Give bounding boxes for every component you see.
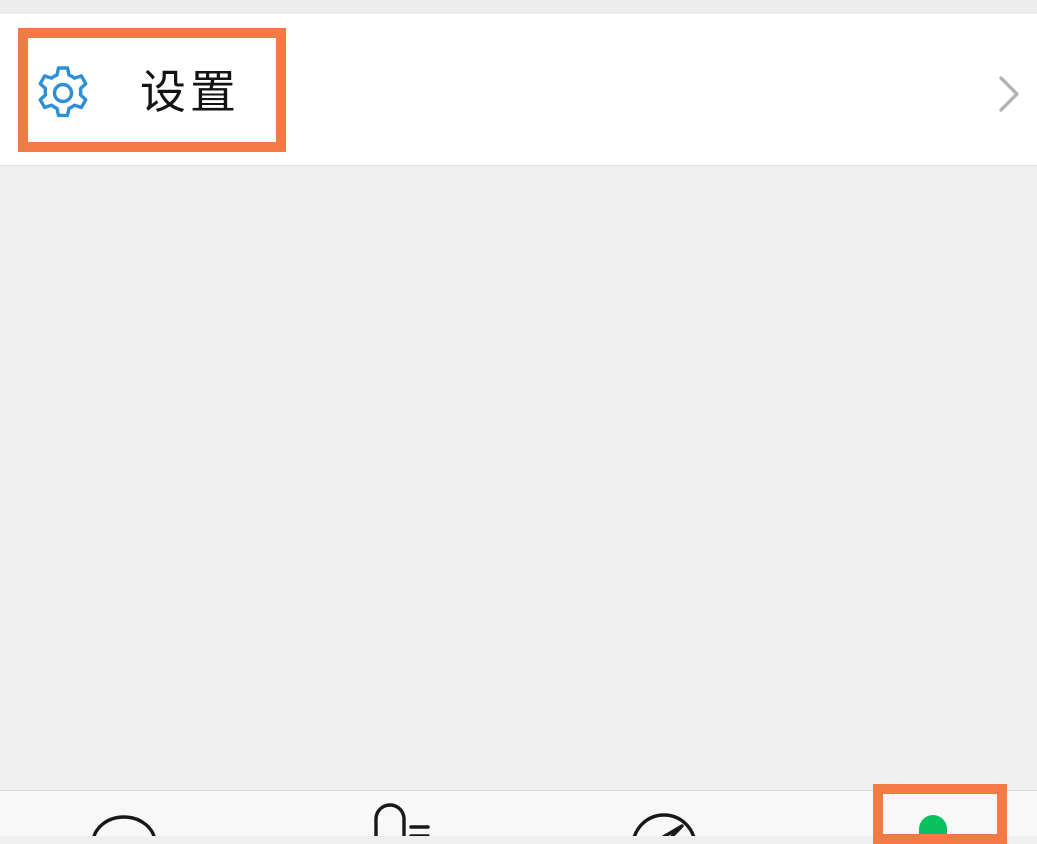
me-icon (919, 815, 947, 836)
tab-me[interactable] (898, 791, 968, 836)
compass-icon (632, 813, 696, 836)
settings-label: 设置 (140, 65, 240, 119)
chat-bubble-icon (92, 815, 156, 836)
bottom-tab-bar (0, 790, 1037, 836)
tab-chats[interactable] (86, 791, 162, 836)
chevron-right-icon (999, 76, 1019, 112)
tab-discover[interactable] (626, 791, 702, 836)
settings-row[interactable]: 设置 (0, 14, 1037, 166)
top-divider-strip (0, 0, 1037, 14)
tab-contacts[interactable] (366, 791, 436, 836)
contacts-icon (374, 803, 430, 836)
gear-icon (38, 66, 88, 118)
